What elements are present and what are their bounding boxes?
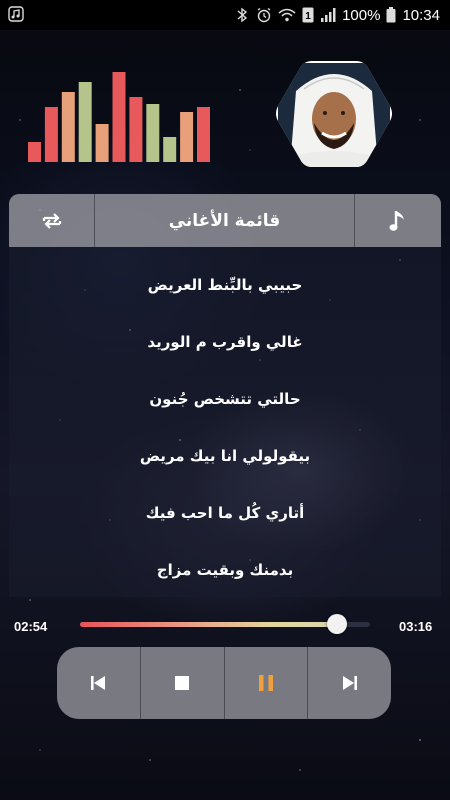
battery-percent: 100% [342, 6, 381, 24]
wifi-calling-icon [278, 8, 296, 22]
next-button[interactable] [307, 647, 391, 719]
seek-bar-fill [80, 622, 337, 627]
battery-icon [386, 7, 396, 23]
music-note-icon [389, 210, 404, 231]
clock: 10:34 [402, 6, 440, 24]
bluetooth-icon [237, 7, 248, 23]
equalizer-bar [95, 124, 109, 162]
signal-icon [321, 8, 336, 22]
svg-text:1: 1 [305, 11, 311, 22]
alarm-icon [257, 7, 271, 23]
sim-1-icon: 1 [302, 7, 314, 23]
repeat-shuffle-icon [42, 212, 61, 229]
song-item[interactable]: بدمنك وبقيت مزاج [9, 541, 441, 597]
music-note-button[interactable] [354, 194, 441, 247]
equalizer-bar [129, 97, 143, 162]
duration: 03:16 [399, 619, 433, 634]
repeat-button[interactable] [9, 194, 95, 247]
next-icon [342, 676, 357, 690]
pause-button[interactable] [223, 647, 308, 719]
player-controls [57, 647, 391, 719]
song-item[interactable]: أتاري كُل ما احب فيك [9, 484, 441, 541]
song-item[interactable]: غالي واقرب م الوريد [9, 313, 441, 370]
equalizer-bar [146, 104, 160, 162]
equalizer-bar [78, 82, 92, 162]
stop-button[interactable] [139, 647, 224, 719]
equalizer-bar [180, 112, 194, 162]
equalizer-bar [61, 92, 75, 162]
song-list: حبيبي بالبِّنط العريض غالي واقرب م الوري… [9, 247, 441, 597]
playlist-header: قائمة الأغاني [9, 194, 441, 247]
equalizer-bar [28, 142, 41, 162]
previous-icon [91, 676, 106, 690]
equalizer-visualizer [28, 72, 210, 162]
previous-button[interactable] [57, 647, 140, 719]
song-item[interactable]: حالتي تتشخص جُنون [9, 370, 441, 427]
equalizer-bar [112, 72, 126, 162]
equalizer-bar [163, 137, 177, 162]
seek-bar-thumb[interactable] [326, 614, 347, 634]
song-item[interactable]: حبيبي بالبِّنط العريض [9, 256, 441, 313]
equalizer-bar [197, 107, 210, 162]
stop-icon [175, 676, 190, 690]
artist-photo[interactable] [274, 57, 394, 177]
playlist-title: قائمة الأغاني [168, 210, 281, 231]
current-time: 02:54 [14, 619, 48, 634]
music-app-icon [8, 6, 24, 22]
pause-icon [258, 675, 273, 691]
status-bar: 1 100% 10:34 [0, 0, 450, 30]
song-item[interactable]: بيقولولي انا بيك مريض [9, 427, 441, 484]
equalizer-bar [44, 107, 58, 162]
seek-bar[interactable] [80, 614, 370, 634]
